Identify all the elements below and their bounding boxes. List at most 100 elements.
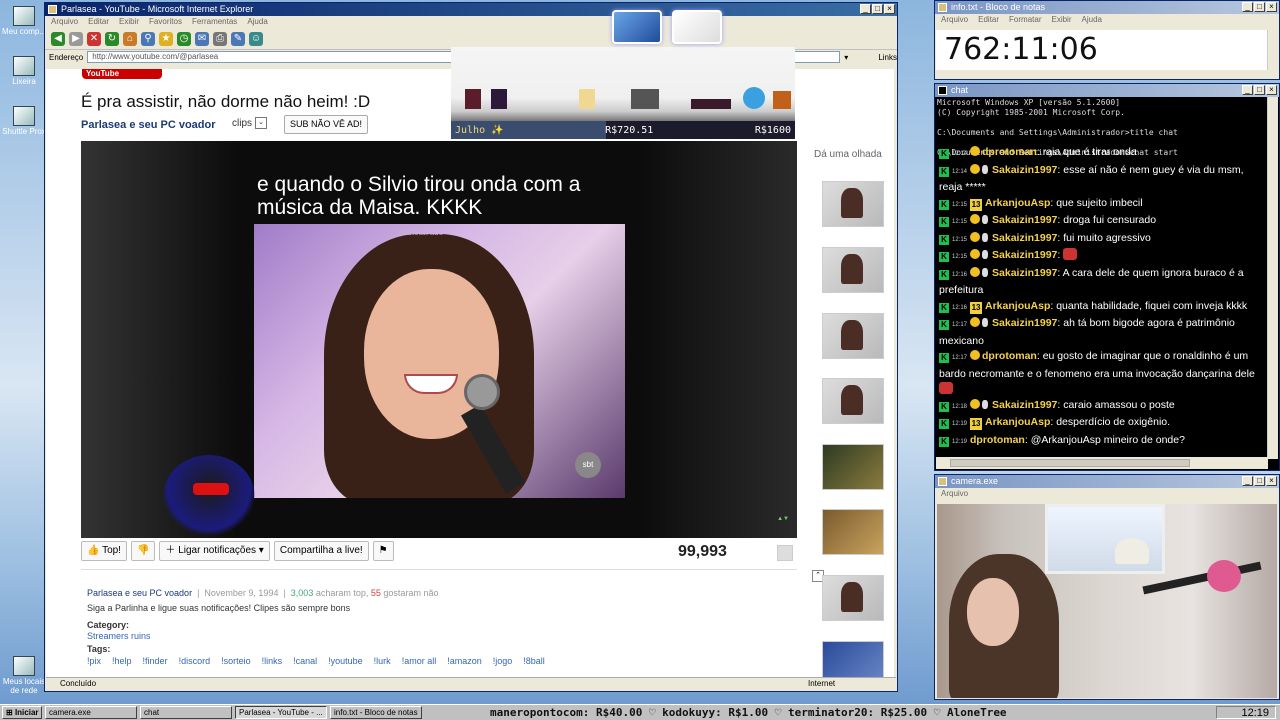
chat-username[interactable]: ArkanjouAsp: [985, 300, 1050, 312]
menu-ajuda[interactable]: Ajuda: [1082, 14, 1102, 26]
tag-link[interactable]: !finder: [143, 656, 168, 666]
close-button[interactable]: ×: [1266, 2, 1277, 12]
tag-link[interactable]: !pix: [87, 656, 101, 666]
chat-username[interactable]: Sakaizin1997: [992, 267, 1057, 279]
chat-username[interactable]: dprotoman: [970, 434, 1025, 446]
tag-link[interactable]: !help: [112, 656, 132, 666]
minimize-button[interactable]: _: [1242, 476, 1253, 486]
maximize-button[interactable]: □: [1254, 2, 1265, 12]
youtube-logo[interactable]: YouTube: [82, 69, 162, 79]
history-icon[interactable]: ◷: [177, 31, 191, 46]
related-video-thumb[interactable]: [822, 313, 884, 359]
tag-link[interactable]: !amazon: [447, 656, 482, 666]
tag-link[interactable]: !youtube: [328, 656, 363, 666]
notepad-text-area[interactable]: 762:11:06: [936, 30, 1269, 70]
tag-link[interactable]: !discord: [179, 656, 211, 666]
related-video-thumb[interactable]: [822, 509, 884, 555]
clips-dropdown[interactable]: clips ⌄: [232, 117, 268, 129]
video-player[interactable]: e quando o Silvio tirou onda com a músic…: [81, 141, 797, 539]
chat-username[interactable]: Sakaizin1997: [992, 317, 1057, 329]
category-link[interactable]: Streamers ruins: [87, 631, 151, 641]
dislike-button[interactable]: 👎: [130, 541, 156, 561]
menu-arquivo[interactable]: Arquivo: [941, 14, 968, 26]
mail-icon[interactable]: ✉: [195, 31, 209, 46]
share-button[interactable]: Compartilha a live!: [273, 541, 369, 561]
menu-ajuda[interactable]: Ajuda: [247, 16, 267, 28]
minimize-button[interactable]: _: [1242, 85, 1253, 95]
close-button[interactable]: ×: [1266, 85, 1277, 95]
chat-scrollbar[interactable]: [1267, 97, 1278, 459]
tag-link[interactable]: !jogo: [493, 656, 513, 666]
chat-window[interactable]: chat _ □ × Microsoft Windows XP [versão 5.…: [934, 83, 1280, 471]
chat-username[interactable]: Sakaizin1997: [992, 214, 1057, 226]
tag-link[interactable]: !links: [262, 656, 283, 666]
tag-link[interactable]: !canal: [293, 656, 317, 666]
notepad-window[interactable]: info.txt - Bloco de notas _ □ × Arquivo Ed…: [934, 0, 1280, 80]
menu-editar[interactable]: Editar: [978, 14, 999, 26]
chat-username[interactable]: dprotoman: [982, 350, 1037, 362]
close-button[interactable]: ×: [884, 4, 895, 14]
related-video-thumb[interactable]: [822, 378, 884, 424]
edit-icon[interactable]: ✎: [231, 31, 245, 46]
related-video-thumb[interactable]: [822, 641, 884, 677]
menu-ferramentas[interactable]: Ferramentas: [192, 16, 237, 28]
tag-link[interactable]: !amor all: [402, 656, 437, 666]
maximize-button[interactable]: □: [1254, 476, 1265, 486]
go-dropdown-icon[interactable]: ▾: [844, 53, 848, 62]
back-icon[interactable]: ◀: [51, 31, 65, 46]
related-video-thumb[interactable]: [822, 247, 884, 293]
related-video-thumb[interactable]: [822, 444, 884, 490]
channel-name[interactable]: Parlasea e seu PC voador: [81, 119, 216, 131]
meta-channel[interactable]: Parlasea e seu PC voador: [87, 588, 192, 598]
favorites-icon[interactable]: ★: [159, 31, 173, 46]
notepad-scrollbar[interactable]: [1267, 30, 1278, 70]
notify-button[interactable]: ＋ Ligar notificações ▾: [159, 541, 270, 561]
menu-editar[interactable]: Editar: [88, 16, 109, 28]
print-icon[interactable]: ⎙: [213, 31, 227, 46]
start-button[interactable]: ⊞ Iniciar: [2, 706, 42, 719]
chat-username[interactable]: ArkanjouAsp: [985, 197, 1050, 209]
search-icon[interactable]: ⚲: [141, 31, 155, 46]
links-label[interactable]: Links: [878, 53, 897, 62]
chat-titlebar[interactable]: chat _ □ ×: [935, 84, 1279, 97]
top-button[interactable]: 👍 Top!: [81, 541, 127, 561]
desktop-icon-network[interactable]: Meus locais de rede: [2, 656, 46, 695]
messenger-icon[interactable]: ☺: [249, 31, 263, 46]
chat-username[interactable]: Sakaizin1997: [992, 164, 1057, 176]
camera-window[interactable]: camera.exe _ □ × Arquivo: [934, 474, 1280, 700]
taskbar-item-notepad[interactable]: info.txt - Bloco de notas: [330, 706, 422, 719]
menu-arquivo[interactable]: Arquivo: [941, 488, 968, 500]
close-button[interactable]: ×: [1266, 476, 1277, 486]
chat-username[interactable]: Sakaizin1997: [992, 249, 1057, 261]
desktop-icon-recycle-bin[interactable]: Lixeira: [2, 56, 46, 86]
maximize-button[interactable]: □: [1254, 85, 1265, 95]
taskbar-item-chat[interactable]: chat: [140, 706, 232, 719]
related-video-thumb[interactable]: [822, 181, 884, 227]
flag-button[interactable]: ⚑: [372, 541, 394, 561]
chat-username[interactable]: Sakaizin1997: [992, 399, 1057, 411]
desktop-icon-my-computer[interactable]: Meu comp...: [2, 6, 46, 36]
minimize-button[interactable]: _: [1242, 2, 1253, 12]
camera-titlebar[interactable]: camera.exe _ □ ×: [935, 475, 1279, 488]
menu-arquivo[interactable]: Arquivo: [51, 16, 78, 28]
notepad-titlebar[interactable]: info.txt - Bloco de notas _ □ ×: [935, 1, 1279, 14]
chat-hscrollbar[interactable]: [936, 457, 1268, 469]
stats-icon[interactable]: [777, 545, 793, 561]
subscribe-button[interactable]: SUB NÃO VÊ AD!: [284, 115, 369, 134]
taskbar-item-camera[interactable]: camera.exe: [45, 706, 137, 719]
ie-titlebar[interactable]: Parlasea - YouTube - Microsoft Internet …: [45, 3, 897, 16]
tag-link[interactable]: !lurk: [374, 656, 391, 666]
taskbar-item-youtube[interactable]: Parlasea - YouTube - ...: [235, 706, 327, 719]
chat-username[interactable]: dprotoman: [982, 146, 1037, 158]
related-video-thumb[interactable]: [822, 575, 884, 621]
chat-username[interactable]: Sakaizin1997: [992, 232, 1057, 244]
menu-exibir[interactable]: Exibir: [119, 16, 139, 28]
desktop-icon-shuttle[interactable]: Shuttle Prox: [2, 106, 46, 136]
tag-link[interactable]: !sorteio: [221, 656, 251, 666]
menu-formatar[interactable]: Formatar: [1009, 14, 1041, 26]
minimize-button[interactable]: _: [860, 4, 871, 14]
menu-exibir[interactable]: Exibir: [1051, 14, 1071, 26]
chat-username[interactable]: ArkanjouAsp: [985, 416, 1050, 428]
scroll-thumb[interactable]: [950, 459, 1190, 467]
stop-icon[interactable]: ✕: [87, 31, 101, 46]
